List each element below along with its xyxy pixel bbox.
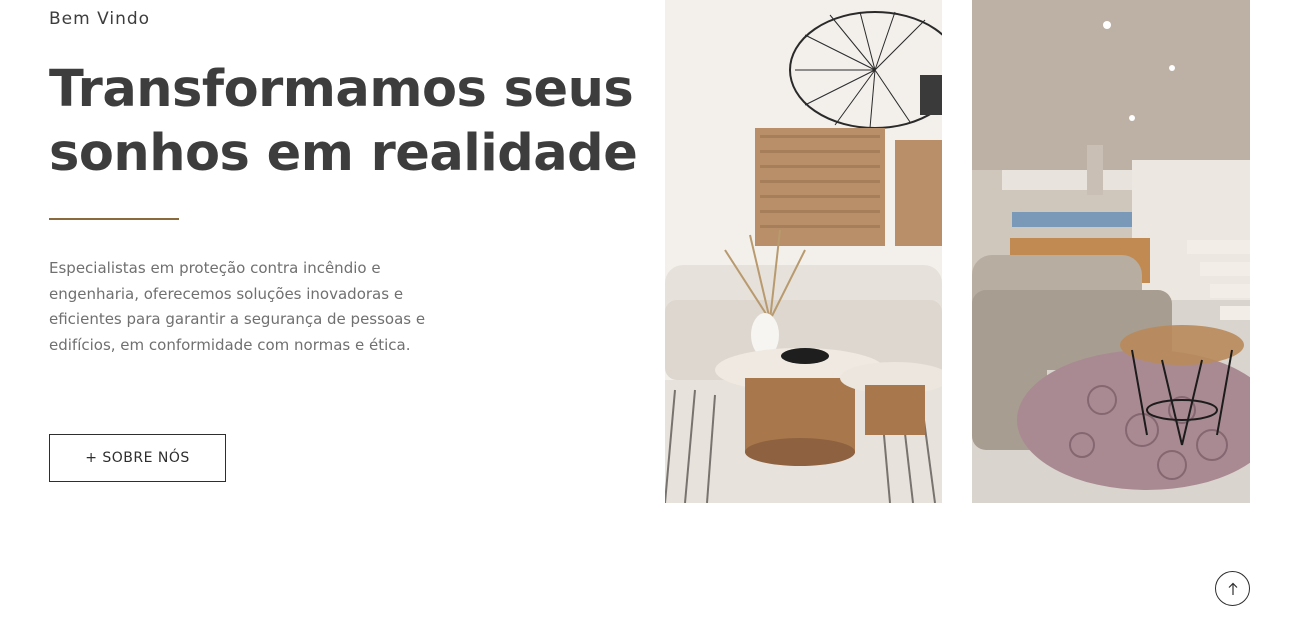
living-room-illustration (665, 0, 942, 503)
arrow-up-icon (1228, 582, 1237, 595)
living-room-photo (665, 0, 942, 503)
hero-title-line-2: sonhos em realidade (49, 124, 638, 183)
description-line-4: edifícios, em conformidade com normas e … (49, 335, 411, 354)
description-line-3: eficientes para garantir a segurança de … (49, 310, 426, 328)
accent-divider (49, 218, 179, 220)
description-line-1: Especialistas em proteção contra incêndi… (49, 259, 381, 277)
about-us-button[interactable]: + SOBRE NÓS (49, 434, 226, 482)
hero-title: Transformamos seus sonhos em realidade (49, 58, 649, 186)
sofa-lounge-photo (972, 0, 1250, 503)
sofa-lounge-illustration (972, 0, 1250, 503)
hero-title-line-1: Transformamos seus (49, 60, 634, 119)
scroll-to-top-button[interactable] (1215, 571, 1250, 606)
hero-description: Especialistas em proteção contra incêndi… (49, 256, 449, 358)
eyebrow-text: Bem Vindo (49, 9, 151, 29)
description-line-2: engenharia, oferecemos soluções inovador… (49, 284, 404, 303)
